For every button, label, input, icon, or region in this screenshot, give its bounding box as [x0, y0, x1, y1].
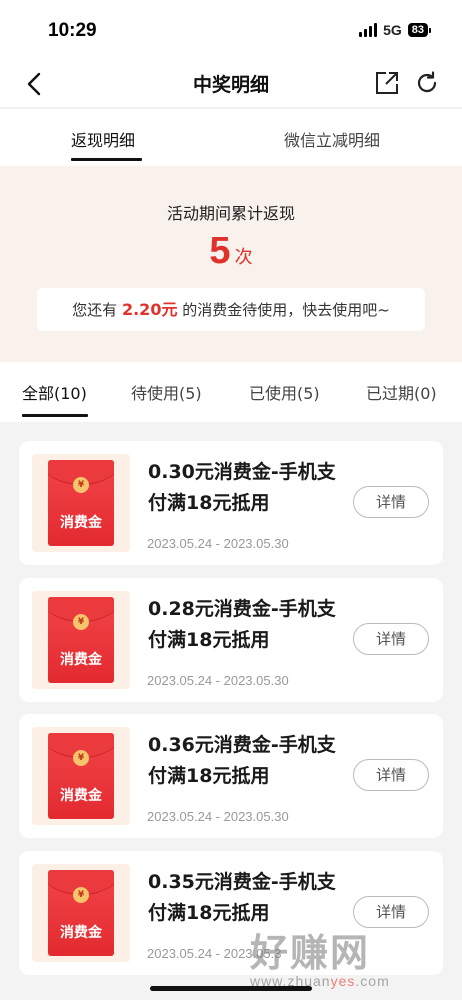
- summary-label: 活动期间累计返现: [166, 204, 295, 223]
- coupon-title: 0.28元消费金-手机支付满18元抵用: [148, 598, 336, 651]
- coupon-thumbnail: ¥ 消费金: [32, 454, 130, 552]
- yuan-seal-icon: ¥: [73, 750, 89, 766]
- note-prefix: 您还有: [72, 301, 118, 319]
- summary-count: 5次: [0, 230, 462, 273]
- site-watermark: 好赚网 www.zhuanyes.com: [250, 922, 440, 989]
- filter-tab-used[interactable]: 已使用(5): [249, 380, 320, 404]
- red-envelope-icon: ¥ 消费金: [48, 597, 114, 683]
- yuan-seal-icon: ¥: [73, 477, 89, 493]
- top-tabs: 返现明细 微信立减明细: [0, 109, 462, 166]
- signal-icon: [359, 23, 378, 37]
- status-indicators: 5G 83: [359, 22, 432, 38]
- tab-wechat-discount-details[interactable]: 微信立减明细: [284, 127, 380, 151]
- pending-amount: 2.20元: [121, 300, 178, 319]
- refresh-icon: [417, 71, 437, 93]
- yuan-seal-icon: ¥: [73, 614, 89, 630]
- coupon-thumbnail: ¥ 消费金: [32, 864, 130, 962]
- coupon-card[interactable]: ¥ 消费金 0.28元消费金-手机支付满18元抵用 2023.05.24 - 2…: [19, 578, 443, 702]
- coupon-validity-date: 2023.05.24 - 2023.05.30: [147, 809, 289, 824]
- coupon-thumbnail: ¥ 消费金: [32, 591, 130, 689]
- share-button[interactable]: [374, 70, 400, 96]
- note-suffix: 的消费金待使用，快去使用吧~: [182, 301, 390, 319]
- watermark-text: 好赚网: [250, 931, 371, 975]
- battery-icon: 83: [407, 23, 432, 37]
- tab-cashback-details[interactable]: 返现明细: [71, 127, 135, 151]
- active-tab-indicator: [71, 158, 142, 161]
- yuan-seal-icon: ¥: [73, 887, 89, 903]
- coupon-validity-date: 2023.05.24 - 2023.05.30: [147, 673, 289, 688]
- red-envelope-icon: ¥ 消费金: [48, 460, 114, 546]
- thumb-label: 消费金: [60, 652, 102, 668]
- filter-tab-unused[interactable]: 待使用(5): [131, 380, 202, 404]
- filter-tabs: 全部(10) 待使用(5) 已使用(5) 已过期(0): [0, 362, 462, 422]
- red-envelope-icon: ¥ 消费金: [48, 733, 114, 819]
- red-envelope-icon: ¥ 消费金: [48, 870, 114, 956]
- coupon-title: 0.35元消费金-手机支付满18元抵用: [148, 871, 336, 924]
- details-button[interactable]: 详情: [353, 486, 429, 518]
- nav-bar: 中奖明细: [0, 60, 462, 108]
- pending-balance-note: 您还有 2.20元 的消费金待使用，快去使用吧~: [37, 288, 425, 331]
- details-button[interactable]: 详情: [353, 759, 429, 791]
- coupon-card[interactable]: ¥ 消费金 0.30元消费金-手机支付满18元抵用 2023.05.24 - 2…: [19, 441, 443, 565]
- coupon-thumbnail: ¥ 消费金: [32, 727, 130, 825]
- status-bar: 10:29 5G 83: [0, 0, 462, 60]
- status-time: 10:29: [48, 20, 97, 41]
- cashback-count-unit: 次: [234, 247, 253, 268]
- filter-tab-expired[interactable]: 已过期(0): [366, 380, 437, 404]
- thumb-label: 消费金: [60, 788, 102, 804]
- details-button[interactable]: 详情: [353, 623, 429, 655]
- share-icon: [376, 72, 398, 94]
- filter-tab-all[interactable]: 全部(10): [22, 380, 87, 404]
- coupon-title: 0.36元消费金-手机支付满18元抵用: [148, 734, 336, 787]
- cashback-count: 5: [209, 230, 231, 272]
- home-indicator[interactable]: [150, 986, 312, 991]
- coupon-validity-date: 2023.05.24 - 2023.05.30: [147, 536, 289, 551]
- thumb-label: 消费金: [60, 925, 102, 941]
- coupon-title: 0.30元消费金-手机支付满18元抵用: [148, 461, 336, 514]
- refresh-button[interactable]: [414, 70, 440, 96]
- thumb-label: 消费金: [60, 515, 102, 531]
- coupon-card[interactable]: ¥ 消费金 0.36元消费金-手机支付满18元抵用 2023.05.24 - 2…: [19, 714, 443, 838]
- active-filter-indicator: [22, 414, 88, 417]
- cashback-summary: 活动期间累计返现 5次 您还有 2.20元 的消费金待使用，快去使用吧~: [0, 166, 462, 362]
- network-type: 5G: [383, 22, 402, 38]
